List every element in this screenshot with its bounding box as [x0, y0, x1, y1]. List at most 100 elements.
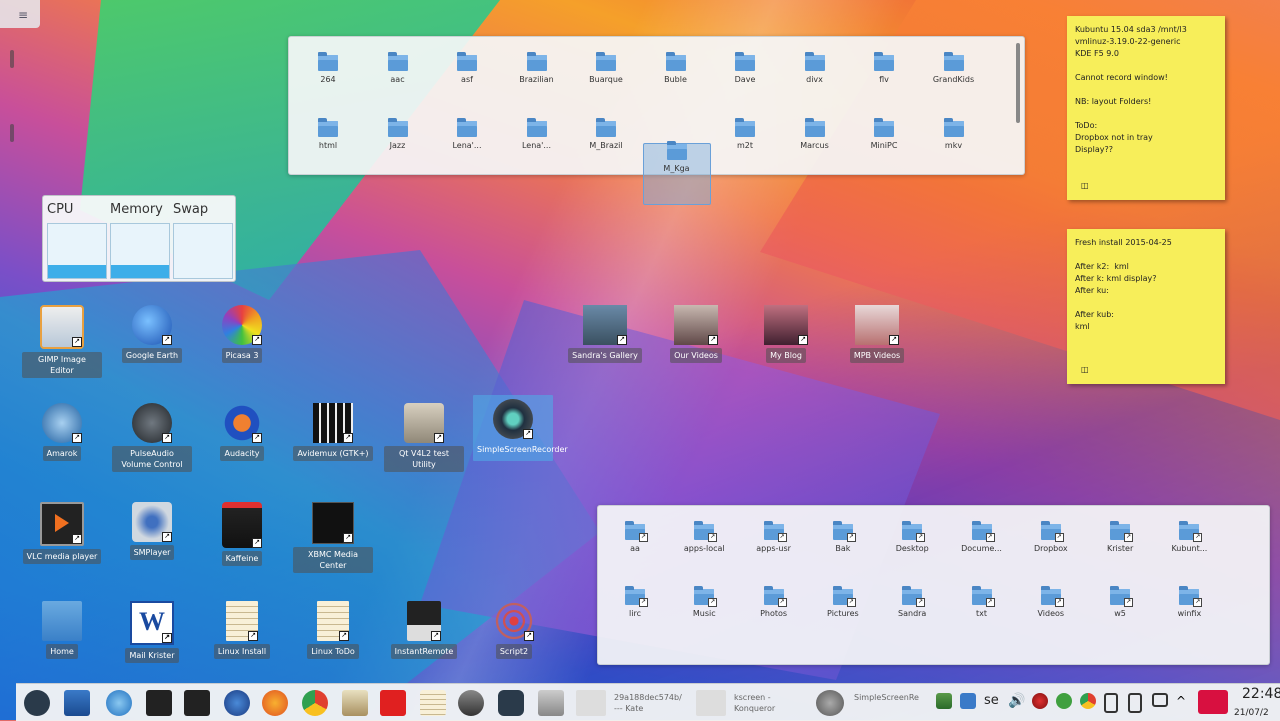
- desktop-icon-linux-install[interactable]: ↗ Linux Install: [202, 601, 282, 659]
- bottom-folder-item[interactable]: ↗ Bak: [810, 521, 876, 553]
- chrome-tray-icon[interactable]: [1080, 693, 1096, 709]
- top-folder-item[interactable]: m2t: [712, 118, 778, 150]
- device-notifier-icon[interactable]: [1128, 693, 1142, 713]
- desktop-icon-mail-krister[interactable]: W ↗ Mail Krister: [112, 601, 192, 663]
- spy-icon[interactable]: [458, 690, 484, 716]
- desktop-icon-our-videos[interactable]: ↗ Our Videos: [656, 305, 736, 363]
- desktop-icon-avidemux[interactable]: ↗ Avidemux (GTK+): [293, 403, 373, 461]
- keyboard-layout-indicator[interactable]: se: [984, 693, 999, 708]
- top-folder-item[interactable]: Buarque: [573, 52, 639, 84]
- task-kate[interactable]: 29a188dec574b/ --- Kate: [576, 688, 691, 718]
- terminal-icon[interactable]: [146, 690, 172, 716]
- application-icon[interactable]: [342, 690, 368, 716]
- network-icon[interactable]: [1152, 693, 1168, 707]
- desktop-icon-smplayer[interactable]: ↗ SMPlayer: [112, 502, 192, 560]
- top-folder-item[interactable]: Jazz: [365, 118, 431, 150]
- desktop-icon-xbmc[interactable]: ↗ XBMC Media Center: [293, 502, 373, 573]
- desktop-icon-linux-todo[interactable]: ↗ Linux ToDo: [293, 601, 373, 659]
- desktop-icon-mpb-videos[interactable]: ↗ MPB Videos: [837, 305, 917, 363]
- top-folder-item[interactable]: M_Brazil: [573, 118, 639, 150]
- desktop-icon-script2[interactable]: ↗ Script2: [474, 601, 554, 659]
- terminal-icon[interactable]: [184, 690, 210, 716]
- desktop-icon-sandras-gallery[interactable]: ↗ Sandra's Gallery: [565, 305, 645, 363]
- task-konqueror[interactable]: kscreen - Konqueror: [696, 688, 811, 718]
- top-folder-item[interactable]: M_Kga: [642, 141, 711, 205]
- mail-icon[interactable]: [64, 690, 90, 716]
- bottom-folder-item[interactable]: ↗ Dropbox: [1018, 521, 1084, 553]
- note-text[interactable]: Kubuntu 15.04 sda3 /mnt/l3 vmlinuz-3.19.…: [1075, 24, 1217, 156]
- desktop-icon-qt-v4l2[interactable]: ↗ Qt V4L2 test Utility: [384, 403, 464, 472]
- bottom-folder-item[interactable]: ↗ Desktop: [879, 521, 945, 553]
- desktop-icon-gimp[interactable]: ↗ GIMP Image Editor: [22, 305, 102, 378]
- browser-globe-icon[interactable]: [106, 690, 132, 716]
- chevron-up-icon[interactable]: ^: [1176, 693, 1192, 709]
- top-folder-item[interactable]: GrandKids: [921, 52, 987, 84]
- firefox-icon[interactable]: [262, 690, 288, 716]
- note-menu-icon[interactable]: ◫: [1081, 180, 1089, 192]
- top-folder-item[interactable]: aac: [365, 52, 431, 84]
- bottom-folder-item[interactable]: ↗ Music: [671, 586, 737, 618]
- screenshot-icon[interactable]: [380, 690, 406, 716]
- bottom-folder-item[interactable]: ↗ Krister: [1087, 521, 1153, 553]
- top-folder-item[interactable]: Buble: [643, 52, 709, 84]
- folder-view-bottom[interactable]: ↗ aa ↗ apps-local ↗ apps-usr ↗ Bak ↗ Desktop ↗ Docu…: [597, 505, 1270, 665]
- desktop-icon-google-earth[interactable]: ↗ Google Earth: [112, 305, 192, 363]
- top-folder-item[interactable]: mkv: [921, 118, 987, 150]
- bottom-folder-item[interactable]: ↗ Sandra: [879, 586, 945, 618]
- text-editor-icon[interactable]: [420, 690, 446, 716]
- sticky-note-1[interactable]: Kubuntu 15.04 sda3 /mnt/l3 vmlinuz-3.19.…: [1067, 16, 1225, 200]
- bottom-folder-item[interactable]: ↗ Kubunt...: [1156, 521, 1222, 553]
- clock-time[interactable]: 22:48: [1242, 686, 1280, 702]
- top-folder-item[interactable]: html: [295, 118, 361, 150]
- bottom-folder-item[interactable]: ↗ apps-usr: [741, 521, 807, 553]
- top-folder-item[interactable]: Dave: [712, 52, 778, 84]
- desktop-pager-icon[interactable]: [1198, 690, 1228, 714]
- edge-handle[interactable]: [10, 124, 14, 142]
- toggle-icon[interactable]: [498, 690, 524, 716]
- top-folder-item[interactable]: Marcus: [782, 118, 848, 150]
- top-folder-item[interactable]: divx: [782, 52, 848, 84]
- kde-launcher-icon[interactable]: [24, 690, 50, 716]
- bottom-folder-item[interactable]: ↗ Pictures: [810, 586, 876, 618]
- top-folder-item[interactable]: MiniPC: [851, 118, 917, 150]
- desktop-icon-audacity[interactable]: ↗ Audacity: [202, 403, 282, 461]
- bottom-folder-item[interactable]: ↗ Videos: [1018, 586, 1084, 618]
- bottom-folder-item[interactable]: ↗ aa: [602, 521, 668, 553]
- desktop-icon-picasa[interactable]: ↗ Picasa 3: [202, 305, 282, 363]
- desktop-icon-home[interactable]: Home: [22, 601, 102, 659]
- top-folder-item[interactable]: Lena'...: [504, 118, 570, 150]
- bottom-folder-item[interactable]: ↗ txt: [949, 586, 1015, 618]
- desktop-icon-pulseaudio[interactable]: ↗ PulseAudio Volume Control: [112, 403, 192, 472]
- record-icon[interactable]: [1032, 693, 1048, 709]
- clipboard-icon[interactable]: [1104, 693, 1118, 713]
- location-icon[interactable]: [1056, 693, 1072, 709]
- top-folder-item[interactable]: 264: [295, 52, 361, 84]
- desktop-toolbox-button[interactable]: ≡: [0, 0, 40, 28]
- bottom-folder-item[interactable]: ↗ Docume...: [949, 521, 1015, 553]
- bottom-folder-item[interactable]: ↗ winfix: [1156, 586, 1222, 618]
- bottom-folder-item[interactable]: ↗ w5: [1087, 586, 1153, 618]
- top-folder-item[interactable]: asf: [434, 52, 500, 84]
- volume-icon[interactable]: 🔊: [1008, 693, 1025, 709]
- chrome-icon[interactable]: [302, 690, 328, 716]
- desktop-icon-amarok[interactable]: ↗ Amarok: [22, 403, 102, 461]
- desktop-icon-my-blog[interactable]: ↗ My Blog: [746, 305, 826, 363]
- edge-handle[interactable]: [10, 50, 14, 68]
- monitor-icon[interactable]: [960, 693, 976, 709]
- desktop-icon-instantremote[interactable]: ↗ InstantRemote: [384, 601, 464, 659]
- scrollbar[interactable]: [1016, 43, 1020, 123]
- bottom-folder-item[interactable]: ↗ apps-local: [671, 521, 737, 553]
- folder-view-top[interactable]: 264 aac asf Brazilian Buarque Buble Dave divx fl…: [288, 36, 1025, 205]
- tray-app-icon[interactable]: [936, 693, 952, 709]
- bottom-folder-item[interactable]: ↗ lirc: [602, 586, 668, 618]
- bottom-folder-item[interactable]: ↗ Photos: [741, 586, 807, 618]
- desktop-icon-vlc[interactable]: ↗ VLC media player: [22, 502, 102, 564]
- package-icon[interactable]: [538, 690, 564, 716]
- desktop-icon-kaffeine[interactable]: ↗ Kaffeine: [202, 502, 282, 566]
- task-simplescreenrecorder[interactable]: SimpleScreenRe: [816, 688, 931, 718]
- top-folder-item[interactable]: flv: [851, 52, 917, 84]
- top-folder-item[interactable]: Lena'...: [434, 118, 500, 150]
- note-menu-icon[interactable]: ◫: [1081, 364, 1089, 376]
- clock-date[interactable]: 21/07/2: [1234, 708, 1269, 718]
- sticky-note-2[interactable]: Fresh install 2015-04-25 After k2: kml A…: [1067, 229, 1225, 384]
